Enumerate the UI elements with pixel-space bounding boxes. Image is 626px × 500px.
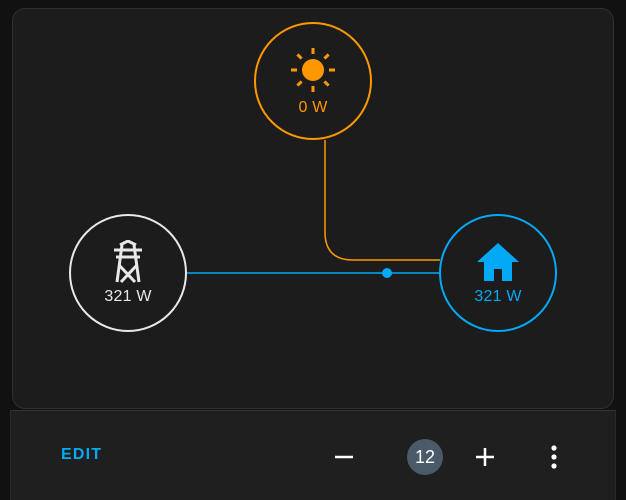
- dashboard-view: 0 W 321 W 321 W EDIT 12: [0, 0, 626, 500]
- solar-node[interactable]: 0 W: [254, 22, 372, 140]
- grid-node[interactable]: 321 W: [69, 214, 187, 332]
- sun-icon: [291, 48, 335, 92]
- increase-button[interactable]: [463, 435, 507, 479]
- plus-icon: [476, 448, 494, 466]
- grid-power-value: 321 W: [104, 288, 152, 305]
- size-count-badge: 12: [407, 439, 443, 475]
- home-node[interactable]: 321 W: [439, 214, 557, 332]
- more-vertical-icon: [551, 445, 557, 469]
- edit-toolbar: EDIT 12: [10, 410, 616, 500]
- decrease-button[interactable]: [322, 435, 366, 479]
- edit-button[interactable]: EDIT: [61, 446, 102, 464]
- solar-power-value: 0 W: [298, 99, 328, 116]
- home-power-value: 321 W: [474, 288, 522, 305]
- transmission-tower-icon: [114, 240, 142, 284]
- home-icon: [477, 243, 519, 281]
- minus-icon: [335, 455, 353, 459]
- more-options-button[interactable]: [532, 435, 576, 479]
